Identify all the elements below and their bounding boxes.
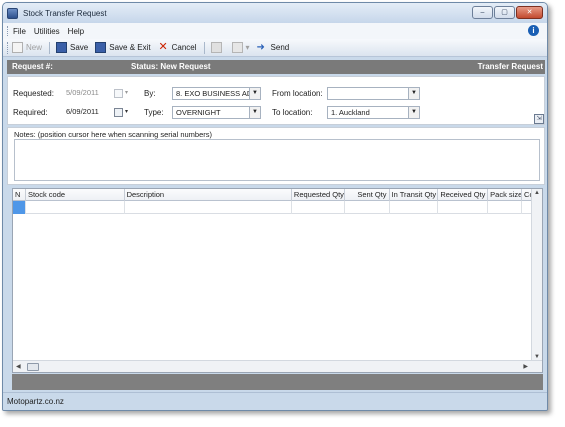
menu-grip: [7, 26, 9, 36]
new-button[interactable]: New: [12, 42, 42, 53]
print-dropdown-arrow: ▾: [245, 43, 250, 52]
by-dropdown-arrow[interactable]: ▼: [249, 88, 260, 99]
menu-file[interactable]: File: [13, 27, 26, 36]
toolbar-separator: [49, 41, 51, 54]
send-icon: ➜: [256, 42, 265, 53]
table-cell-pack-size[interactable]: [488, 201, 523, 214]
table-cell-in-transit-qty[interactable]: [390, 201, 439, 214]
column-header-requested-qty[interactable]: Requested Qty: [292, 189, 345, 201]
required-label: Required:: [13, 108, 48, 117]
save-button[interactable]: Save: [56, 42, 88, 53]
column-header-pack-size[interactable]: Pack size: [488, 189, 523, 201]
form-title: Transfer Request: [477, 62, 543, 71]
to-location-dropdown-arrow[interactable]: ▼: [408, 107, 419, 118]
required-calendar-arrow[interactable]: ▾: [125, 108, 128, 115]
transfer-lines-grid: N Stock code Description Requested Qty S…: [12, 188, 543, 373]
app-icon: [7, 7, 18, 19]
toolbar: New Save Save & Exit ✕ Cancel ▾ ➜ Send: [3, 39, 547, 57]
column-header-n[interactable]: N: [13, 189, 26, 201]
from-location-dropdown-arrow[interactable]: ▼: [408, 88, 419, 99]
table-cell-description[interactable]: [125, 201, 292, 214]
from-location-label: From location:: [272, 89, 323, 98]
expand-panel-icon[interactable]: ⇲: [534, 114, 544, 124]
cancel-x-icon: ✕: [158, 41, 168, 53]
request-header-band: Request #: Status: New Request Transfer …: [7, 60, 545, 74]
save-exit-button[interactable]: Save & Exit: [95, 42, 151, 53]
to-location-select[interactable]: 1. Auckland ▼: [327, 106, 420, 119]
window-title: Stock Transfer Request: [23, 8, 107, 18]
printer-icon: [231, 42, 243, 53]
required-date-field[interactable]: 6/09/2011: [63, 106, 113, 119]
print-button[interactable]: ▾: [231, 42, 250, 53]
type-label: Type:: [144, 108, 164, 117]
new-button-label: New: [26, 43, 43, 52]
required-calendar-icon[interactable]: [114, 108, 123, 117]
status-bar: Motopartz.co.nz: [3, 392, 547, 410]
save-icon: [56, 42, 68, 53]
requested-date-field[interactable]: 5/09/2011: [63, 87, 113, 100]
by-select[interactable]: 8. EXO BUSINESS ADMI ▼: [172, 87, 261, 100]
maximize-button[interactable]: ▢: [494, 6, 515, 19]
menu-utilities[interactable]: Utilities: [34, 27, 60, 36]
scroll-left-arrow[interactable]: ◀: [16, 363, 21, 370]
save-button-label: Save: [70, 43, 89, 52]
table-row[interactable]: [13, 201, 542, 214]
column-header-sent-qty[interactable]: Sent Qty: [345, 189, 390, 201]
horizontal-scroll-thumb[interactable]: [27, 363, 39, 371]
notes-textarea[interactable]: [14, 139, 540, 181]
scroll-up-arrow[interactable]: ▲: [534, 190, 540, 196]
by-label: By:: [144, 89, 156, 98]
status-bar-text: Motopartz.co.nz: [7, 397, 64, 406]
toolbar-separator: [203, 41, 205, 54]
grid-header: N Stock code Description Requested Qty S…: [13, 189, 542, 201]
notes-label: Notes: (position cursor here when scanni…: [14, 130, 213, 139]
save-exit-icon: [95, 42, 107, 53]
cancel-button-label: Cancel: [171, 43, 197, 52]
horizontal-scrollbar[interactable]: ◀ ▶: [13, 360, 542, 372]
column-header-received-qty[interactable]: Received Qty: [438, 189, 489, 201]
grid-footer-band: [12, 374, 543, 390]
table-cell-sent-qty[interactable]: [345, 201, 390, 214]
notes-panel: Notes: (position cursor here when scanni…: [7, 127, 545, 185]
to-location-label: To location:: [272, 108, 313, 117]
window-controls: – ▢ ✕: [472, 6, 543, 19]
type-select-value: OVERNIGHT: [176, 108, 221, 117]
table-cell-received-qty[interactable]: [438, 201, 489, 214]
app-window: Stock Transfer Request – ▢ ✕ File Utilit…: [2, 2, 548, 411]
save-exit-button-label: Save & Exit: [109, 43, 151, 52]
toolbar-grip: [7, 41, 9, 54]
send-button[interactable]: ➜ Send: [257, 42, 290, 53]
column-header-stock-code[interactable]: Stock code: [26, 189, 125, 201]
to-location-value: 1. Auckland: [331, 108, 370, 117]
cancel-button[interactable]: ✕ Cancel: [158, 42, 197, 53]
column-header-in-transit-qty[interactable]: In Transit Qty: [390, 189, 439, 201]
requested-calendar-icon: [114, 89, 123, 98]
requested-label: Requested:: [13, 89, 54, 98]
menu-help[interactable]: Help: [68, 27, 84, 36]
vertical-scrollbar[interactable]: ▲ ▼: [531, 189, 542, 361]
menu-bar: File Utilities Help i: [3, 23, 547, 39]
by-select-value: 8. EXO BUSINESS ADMI: [176, 89, 261, 98]
info-icon[interactable]: i: [528, 25, 539, 36]
request-details-panel: Requested: 5/09/2011 ▾ Required: 6/09/20…: [7, 76, 545, 125]
from-location-select[interactable]: ▼: [327, 87, 420, 100]
type-select[interactable]: OVERNIGHT ▼: [172, 106, 261, 119]
trash-icon: [210, 42, 222, 53]
requested-calendar-arrow: ▾: [125, 90, 129, 96]
table-cell-n[interactable]: [13, 201, 26, 214]
column-header-description[interactable]: Description: [125, 189, 292, 201]
title-bar[interactable]: Stock Transfer Request – ▢ ✕: [3, 3, 547, 23]
type-dropdown-arrow[interactable]: ▼: [249, 107, 260, 118]
status-label: Status: New Request: [131, 62, 211, 71]
minimize-button[interactable]: –: [472, 6, 493, 19]
new-document-icon: [12, 42, 23, 53]
delete-button[interactable]: [210, 42, 225, 53]
table-cell-stock-code[interactable]: [26, 201, 125, 214]
table-cell-requested-qty[interactable]: [292, 201, 345, 214]
scroll-right-arrow[interactable]: ▶: [523, 363, 528, 370]
close-button[interactable]: ✕: [516, 6, 543, 19]
send-button-label: Send: [270, 43, 290, 52]
request-number-label: Request #:: [12, 62, 53, 71]
